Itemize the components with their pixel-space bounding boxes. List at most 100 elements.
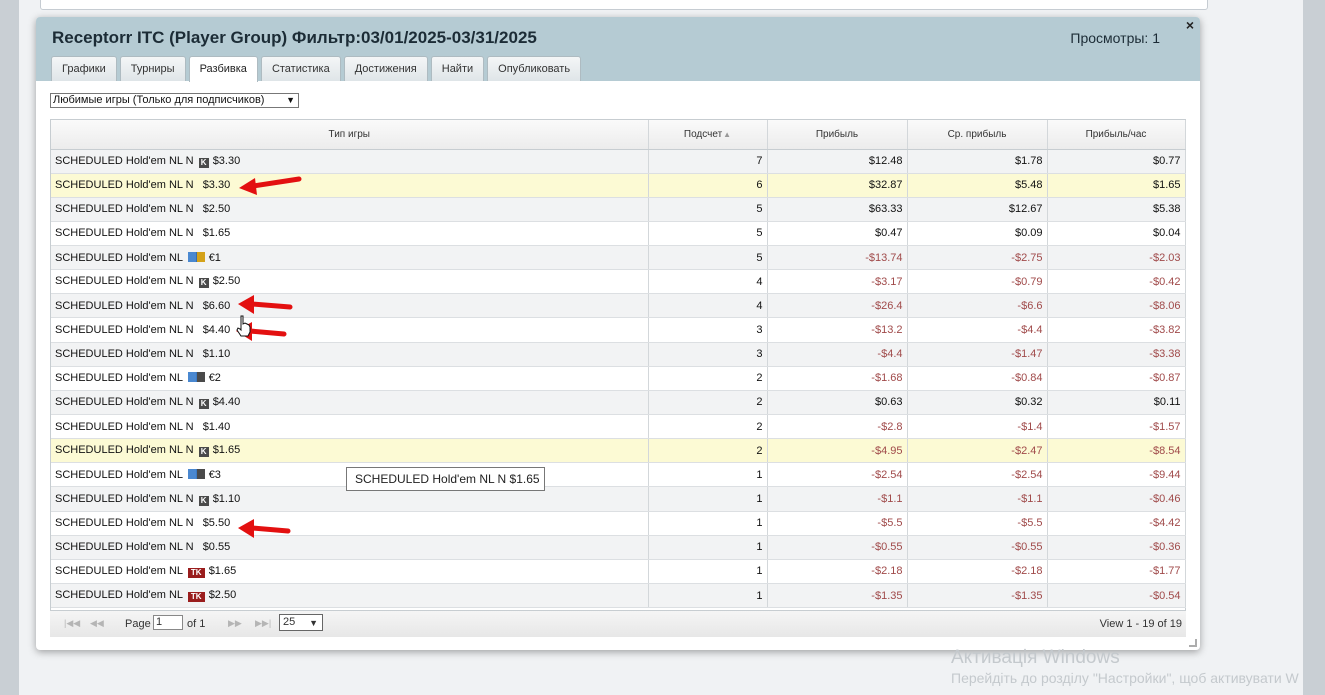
- pager: |◀◀ ◀◀ Page 1 of 1 ▶▶ ▶▶| 25 ▼ View 1 - …: [50, 610, 1186, 637]
- close-icon[interactable]: ×: [1186, 17, 1194, 33]
- cell-profit: -$4.95: [767, 438, 908, 464]
- table-row[interactable]: SCHEDULED Hold'em NL €2 2 -$1.68 -$0.84 -$0.…: [51, 366, 1186, 391]
- cell-count: 5: [648, 221, 768, 247]
- cell-game-type: SCHEDULED Hold'em NL N K $4.40: [51, 390, 649, 416]
- cell-count: 6: [648, 173, 768, 198]
- game-name: SCHEDULED Hold'em NL N: [55, 324, 194, 337]
- cell-game-type: SCHEDULED Hold'em NL N $5.50: [51, 511, 649, 536]
- tab-publish[interactable]: Опубликовать: [487, 56, 582, 81]
- next-page-icon[interactable]: ▶▶: [228, 618, 242, 629]
- page-input[interactable]: 1: [153, 615, 183, 630]
- tab-breakdown[interactable]: Разбивка: [188, 56, 258, 82]
- table-row[interactable]: SCHEDULED Hold'em NL N $4.40 3 -$13.2 -$4.4…: [51, 317, 1186, 343]
- cell-avg-profit: -$2.75: [907, 245, 1048, 271]
- cell-game-type: SCHEDULED Hold'em NL TK $1.65: [51, 559, 649, 585]
- cell-profit-per-hour: -$8.54: [1047, 438, 1186, 464]
- table-row[interactable]: SCHEDULED Hold'em NL €1 5 -$13.74 -$2.75 -$2…: [51, 245, 1186, 271]
- cell-profit: -$2.8: [767, 414, 908, 440]
- chevron-down-icon: ▼: [286, 95, 295, 105]
- table-row[interactable]: SCHEDULED Hold'em NL N $6.60 4 -$26.4 -$6.6…: [51, 293, 1186, 319]
- table-row[interactable]: SCHEDULED Hold'em NL N $5.50 1 -$5.5 -$5.5-…: [51, 511, 1186, 536]
- stake: $3.30: [202, 179, 231, 192]
- cell-profit: -$2.54: [767, 462, 908, 488]
- dialog-header: Receptorr ITC (Player Group) Фильтр:03/0…: [36, 17, 1200, 82]
- cell-game-type: SCHEDULED Hold'em NL N $3.30: [51, 173, 649, 198]
- cell-game-type: SCHEDULED Hold'em NL N K $1.65: [51, 438, 649, 464]
- col-avg-profit[interactable]: Ср. прибыль: [907, 120, 1048, 150]
- resize-handle[interactable]: [1189, 639, 1197, 647]
- hand-cursor-icon: [236, 315, 251, 337]
- table-row[interactable]: SCHEDULED Hold'em NL N K $2.50 4 -$3.17 -$0.…: [51, 269, 1186, 295]
- table-row[interactable]: SCHEDULED Hold'em NL N K $1.65 2 -$4.95 -$2.…: [51, 438, 1186, 464]
- game-name: SCHEDULED Hold'em NL: [55, 564, 183, 577]
- view-range: View 1 - 19 of 19: [1099, 618, 1182, 630]
- tk-icon: TK: [187, 592, 205, 603]
- bounty-plus-icon: [187, 251, 205, 262]
- table-row[interactable]: SCHEDULED Hold'em NL N K $3.30 7 $12.48 $1.7…: [51, 149, 1186, 174]
- cell-profit-per-hour: $0.11: [1047, 390, 1186, 416]
- table-row[interactable]: SCHEDULED Hold'em NL N $1.65 5 $0.47 $0.09 $…: [51, 221, 1186, 247]
- tab-statistics[interactable]: Статистика: [260, 56, 341, 81]
- table-row[interactable]: SCHEDULED Hold'em NL €3 1 -$2.54 -$2.54 -$9.…: [51, 462, 1186, 488]
- game-name: SCHEDULED Hold'em NL N: [55, 395, 194, 408]
- tab-charts[interactable]: Графики: [51, 56, 117, 81]
- cell-count: 7: [648, 149, 768, 174]
- tab-achievements[interactable]: Достижения: [343, 56, 428, 81]
- stake: $0.55: [202, 541, 231, 554]
- first-page-icon[interactable]: |◀◀: [64, 618, 80, 629]
- table-row[interactable]: SCHEDULED Hold'em NL TK $2.50 1 -$1.35 -$1.3…: [51, 583, 1186, 609]
- cell-profit-per-hour: -$0.54: [1047, 583, 1186, 609]
- table-row[interactable]: SCHEDULED Hold'em NL N $0.55 1 -$0.55 -$0.5…: [51, 535, 1186, 560]
- cell-avg-profit: $12.67: [907, 197, 1048, 222]
- tk-icon: TK: [187, 567, 205, 578]
- prev-page-icon[interactable]: ◀◀: [90, 618, 104, 629]
- table-row[interactable]: SCHEDULED Hold'em NL N K $4.40 2 $0.63 $0.32…: [51, 390, 1186, 416]
- cell-game-type: SCHEDULED Hold'em NL N $0.55: [51, 535, 649, 560]
- cell-profit-per-hour: -$9.44: [1047, 462, 1186, 488]
- cell-game-type: SCHEDULED Hold'em NL N $1.10: [51, 342, 649, 367]
- stake: $6.60: [202, 299, 231, 312]
- game-name: SCHEDULED Hold'em NL N: [55, 275, 194, 288]
- col-profit[interactable]: Прибыль: [767, 120, 908, 150]
- last-page-icon[interactable]: ▶▶|: [255, 618, 271, 629]
- cell-profit-per-hour: -$0.46: [1047, 486, 1186, 512]
- tab-tournaments[interactable]: Турниры: [119, 56, 186, 81]
- cell-avg-profit: $1.78: [907, 149, 1048, 174]
- k-icon: K: [198, 495, 209, 506]
- col-count[interactable]: Подсчет▲: [648, 120, 768, 150]
- sort-icon: ▲: [723, 129, 732, 139]
- table-row[interactable]: SCHEDULED Hold'em NL N $1.40 2 -$2.8 -$1.4-…: [51, 414, 1186, 440]
- right-strip: [1303, 0, 1325, 695]
- cell-avg-profit: -$0.84: [907, 366, 1048, 391]
- table-row[interactable]: SCHEDULED Hold'em NL N $3.30 6 $32.87 $5.48…: [51, 173, 1186, 198]
- col-profit-per-hour[interactable]: Прибыль/час: [1047, 120, 1186, 150]
- cell-count: 1: [648, 486, 768, 512]
- cell-profit: -$1.1: [767, 486, 908, 512]
- cell-profit-per-hour: $5.38: [1047, 197, 1186, 222]
- cell-profit: $0.47: [767, 221, 908, 247]
- table-row[interactable]: SCHEDULED Hold'em NL TK $1.65 1 -$2.18 -$2.1…: [51, 559, 1186, 585]
- favorite-games-select[interactable]: Любимые игры (Только для подписчиков) ▼: [50, 93, 299, 108]
- breakdown-table: Тип игры Подсчет▲ Прибыль Ср. прибыль Пр…: [51, 120, 1186, 609]
- cell-avg-profit: -$0.55: [907, 535, 1048, 560]
- stake: $5.50: [202, 517, 231, 530]
- cell-profit: -$26.4: [767, 293, 908, 319]
- tab-search[interactable]: Найти: [430, 56, 485, 81]
- page-size-select[interactable]: 25 ▼: [279, 614, 323, 631]
- cell-profit-per-hour: -$0.87: [1047, 366, 1186, 391]
- table-row[interactable]: SCHEDULED Hold'em NL N $2.50 5 $63.33 $12.6…: [51, 197, 1186, 222]
- cell-profit: $0.63: [767, 390, 908, 416]
- cell-profit: -$3.17: [767, 269, 908, 295]
- cell-profit: -$0.55: [767, 535, 908, 560]
- col-game-type[interactable]: Тип игры: [51, 120, 649, 150]
- cell-avg-profit: -$5.5: [907, 511, 1048, 536]
- stake: $1.65: [208, 564, 237, 577]
- table-row[interactable]: SCHEDULED Hold'em NL N K $1.10 1 -$1.1 -$1.1…: [51, 486, 1186, 512]
- table-row[interactable]: SCHEDULED Hold'em NL N $1.10 3 -$4.4 -$1.47…: [51, 342, 1186, 367]
- cell-profit-per-hour: -$1.77: [1047, 559, 1186, 585]
- stake: €1: [208, 251, 221, 264]
- bounty-k-icon: [187, 468, 205, 479]
- cell-avg-profit: -$1.4: [907, 414, 1048, 440]
- cell-count: 5: [648, 197, 768, 222]
- cell-profit: -$13.2: [767, 317, 908, 343]
